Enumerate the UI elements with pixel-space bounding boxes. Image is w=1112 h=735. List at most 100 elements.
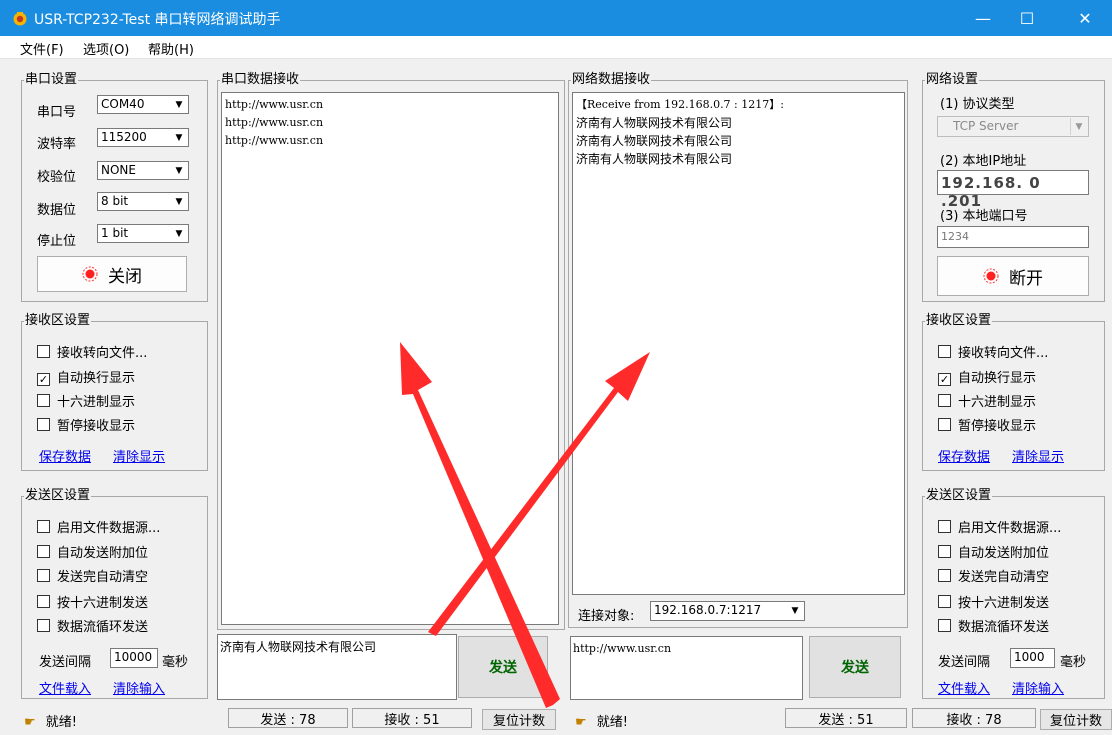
protocol-value: TCP Server (953, 119, 1019, 133)
close-button[interactable]: ✕ (1062, 0, 1108, 36)
right-file-source-checkbox[interactable]: 启用文件数据源... (938, 517, 1061, 536)
checkbox-label: 自动发送附加位 (958, 546, 1050, 561)
checkbox-label: 按十六进制发送 (958, 596, 1050, 611)
left-save-data-link[interactable]: 保存数据 (39, 446, 91, 465)
protocol-label: (1) 协议类型 (940, 97, 1015, 112)
baud-value: 115200 (101, 130, 147, 144)
left-file-source-checkbox[interactable]: 启用文件数据源... (37, 517, 160, 536)
checkbox-label: 启用文件数据源... (958, 521, 1062, 536)
checkbox-label: 自动换行显示 (958, 371, 1037, 386)
led-icon (82, 266, 98, 282)
checkbox-label: 接收转向文件... (958, 346, 1049, 361)
right-load-file-link[interactable]: 文件载入 (938, 678, 990, 697)
net-receive-line: 济南有人物联网技术有限公司 (576, 116, 733, 130)
serial-send-input[interactable]: 济南有人物联网技术有限公司 (217, 634, 457, 700)
led-icon (983, 268, 999, 284)
chevron-down-icon: ▼ (171, 97, 187, 112)
left-load-file-link[interactable]: 文件载入 (39, 678, 91, 697)
net-toggle-button[interactable]: 断开 (937, 256, 1089, 296)
net-send-input[interactable]: http://www.usr.cn (570, 636, 803, 700)
port-select[interactable]: COM40 ▼ (97, 95, 189, 114)
right-clear-input-link[interactable]: 清除输入 (1012, 678, 1064, 697)
serial-toggle-label: 关闭 (108, 266, 142, 287)
stopbits-select[interactable]: 1 bit ▼ (97, 224, 189, 243)
left-auto-append-checkbox[interactable]: 自动发送附加位 (37, 542, 148, 561)
right-auto-append-checkbox[interactable]: 自动发送附加位 (938, 542, 1049, 561)
serial-toggle-button[interactable]: 关闭 (37, 256, 187, 292)
left-hex-send-checkbox[interactable]: 按十六进制发送 (37, 592, 148, 611)
right-interval-label: 发送间隔 (938, 655, 991, 670)
right-pause-display-checkbox[interactable]: 暂停接收显示 (938, 415, 1036, 434)
menu-help[interactable]: 帮助(H) (148, 39, 194, 58)
right-reset-count-button[interactable]: 复位计数 (1040, 709, 1112, 730)
serial-receive-area[interactable]: http://www.usr.cn http://www.usr.cn http… (221, 92, 559, 625)
hand-icon: ☛ (24, 715, 36, 730)
check-icon: ✓ (37, 373, 50, 386)
net-receive-area[interactable]: 【Receive from 192.168.0.7 : 1217】: 济南有人物… (572, 92, 905, 595)
checkbox-icon (938, 345, 951, 358)
left-pause-display-checkbox[interactable]: 暂停接收显示 (37, 415, 135, 434)
title-bar[interactable]: USR-TCP232-Test 串口转网络调试助手 — ☐ ✕ (0, 0, 1112, 36)
menu-file[interactable]: 文件(F) (20, 39, 64, 58)
baud-select[interactable]: 115200 ▼ (97, 128, 189, 147)
chevron-down-icon: ▼ (171, 163, 187, 178)
protocol-select[interactable]: TCP Server ▼ (937, 116, 1089, 137)
left-auto-clear-checkbox[interactable]: 发送完自动清空 (37, 566, 148, 585)
checkbox-label: 接收转向文件... (57, 346, 148, 361)
net-send-button[interactable]: 发送 (809, 636, 901, 698)
stopbits-label: 停止位 (37, 234, 77, 249)
checkbox-label: 暂停接收显示 (57, 419, 136, 434)
ip-input[interactable]: 192.168. 0 .201 (937, 170, 1089, 210)
left-recv-to-file-checkbox[interactable]: 接收转向文件... (37, 342, 147, 361)
checkbox-icon (37, 569, 50, 582)
right-recv-to-file-checkbox[interactable]: 接收转向文件... (938, 342, 1048, 361)
left-reset-count-button[interactable]: 复位计数 (482, 709, 556, 730)
checkbox-label: 自动换行显示 (57, 371, 136, 386)
right-hex-display-checkbox[interactable]: 十六进制显示 (938, 391, 1036, 410)
status-left-ready: ☛ 就绪! (24, 711, 77, 730)
checkbox-label: 十六进制显示 (958, 395, 1037, 410)
right-clear-display-link[interactable]: 清除显示 (1012, 446, 1064, 465)
status-left-ready-text: 就绪! (45, 715, 78, 730)
serial-receive-line: http://www.usr.cn (225, 134, 324, 147)
checkbox-icon (938, 619, 951, 632)
right-hex-send-checkbox[interactable]: 按十六进制发送 (938, 592, 1049, 611)
status-right-sent: 发送 : 51 (785, 708, 907, 728)
minimize-button[interactable]: — (960, 0, 1006, 36)
connection-label: 连接对象: (578, 609, 635, 624)
checkbox-label: 自动发送附加位 (57, 546, 149, 561)
maximize-button[interactable]: ☐ (1004, 0, 1050, 36)
local-port-input[interactable]: 1234 (937, 226, 1089, 248)
right-loop-send-checkbox[interactable]: 数据流循环发送 (938, 616, 1049, 635)
left-auto-wrap-checkbox[interactable]: ✓ 自动换行显示 (37, 367, 135, 386)
serial-send-text: 济南有人物联网技术有限公司 (220, 640, 377, 654)
checkbox-icon (37, 345, 50, 358)
left-clear-input-link[interactable]: 清除输入 (113, 678, 165, 697)
left-receive-settings-title: 接收区设置 (24, 313, 92, 329)
checkbox-icon (37, 394, 50, 407)
left-hex-display-checkbox[interactable]: 十六进制显示 (37, 391, 135, 410)
right-save-data-link[interactable]: 保存数据 (938, 446, 990, 465)
status-left-sent: 发送 : 78 (228, 708, 348, 728)
left-clear-display-link[interactable]: 清除显示 (113, 446, 165, 465)
serial-receive-line: http://www.usr.cn (225, 116, 324, 129)
databits-select[interactable]: 8 bit ▼ (97, 192, 189, 211)
connection-select[interactable]: 192.168.0.7:1217 ▼ (650, 601, 805, 621)
checkbox-icon (37, 595, 50, 608)
port-value: COM40 (101, 97, 145, 111)
port-label: 串口号 (37, 105, 77, 120)
left-loop-send-checkbox[interactable]: 数据流循环发送 (37, 616, 148, 635)
right-auto-clear-checkbox[interactable]: 发送完自动清空 (938, 566, 1049, 585)
connection-value: 192.168.0.7:1217 (654, 603, 762, 617)
parity-select[interactable]: NONE ▼ (97, 161, 189, 180)
checkbox-label: 发送完自动清空 (958, 570, 1050, 585)
ip-label: (2) 本地IP地址 (940, 154, 1027, 169)
checkbox-icon (37, 545, 50, 558)
left-send-settings-title: 发送区设置 (24, 488, 92, 504)
right-auto-wrap-checkbox[interactable]: ✓ 自动换行显示 (938, 367, 1036, 386)
left-interval-input[interactable]: 10000 (110, 648, 158, 668)
menu-options[interactable]: 选项(O) (83, 39, 129, 58)
serial-send-button[interactable]: 发送 (458, 636, 548, 698)
right-interval-input[interactable]: 1000 (1010, 648, 1055, 668)
local-port-label: (3) 本地端口号 (940, 209, 1028, 224)
